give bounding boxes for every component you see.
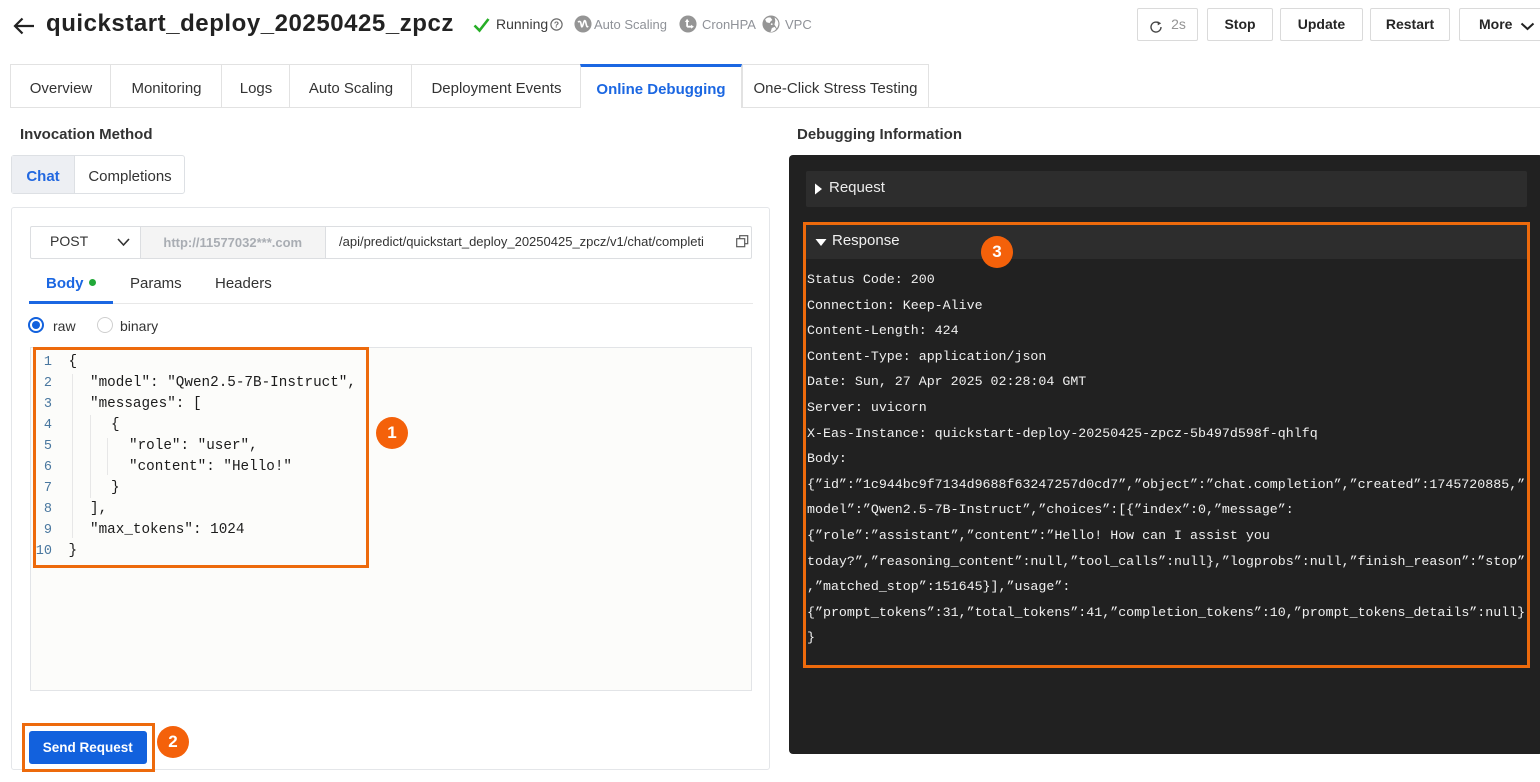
svg-text:?: ?: [554, 19, 559, 29]
